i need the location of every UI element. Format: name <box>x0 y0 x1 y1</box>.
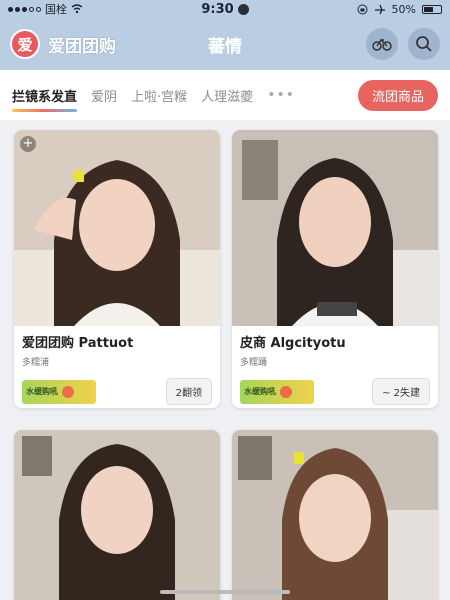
product-card[interactable]: 皮商 Algcityotu 多糯踊 水缓购吼 ~ 2失建 <box>232 130 438 408</box>
bike-icon <box>372 38 392 51</box>
tab-0[interactable]: 拦镜系发直 <box>12 70 78 120</box>
battery-label: 50% <box>391 2 416 16</box>
card-action-button[interactable]: ~ 2失建 <box>372 378 430 405</box>
category-tabs: 拦镜系发直 爱阴 上啦·宫糇 人理滋夔 ••• 流团商品 <box>0 70 450 120</box>
lock-rotation-icon <box>357 4 368 14</box>
product-grid: + 爱团团购 Pattuot 多糯浦 水缓购吼 2翻领 皮商 Algcityot… <box>0 120 450 600</box>
product-photo[interactable] <box>232 130 438 326</box>
tab-2[interactable]: 上啦·宫糇 <box>131 70 187 120</box>
product-photo[interactable]: + <box>14 130 220 326</box>
battery-icon <box>422 4 442 14</box>
coupon-badge[interactable]: 水缓购吼 <box>240 379 314 404</box>
product-card[interactable]: + 爱团团购 Pattuot 多糯浦 水缓购吼 2翻领 <box>14 130 220 408</box>
airplane-icon <box>374 4 385 14</box>
coupon-dot-icon <box>280 385 292 398</box>
carrier-label: 国栓 <box>45 3 67 16</box>
add-icon[interactable]: + <box>20 136 36 152</box>
product-photo[interactable] <box>232 430 438 600</box>
tab-1[interactable]: 爱阴 <box>91 70 117 120</box>
search-icon <box>416 36 432 52</box>
product-subtitle: 多糯踊 <box>240 358 268 368</box>
search-button[interactable] <box>408 28 440 60</box>
wifi-icon <box>71 4 83 14</box>
group-products-button[interactable]: 流团商品 <box>357 79 438 111</box>
clock-label: 9:30 <box>201 1 234 17</box>
coupon-label: 水缓购吼 <box>244 387 276 396</box>
product-card[interactable] <box>232 430 438 600</box>
card-action-button[interactable]: 2翻领 <box>165 378 212 405</box>
tab-3[interactable]: 人理滋夔 <box>201 70 253 120</box>
coupon-label: 水缓购吼 <box>26 387 58 396</box>
product-title: 皮商 Algcityotu <box>240 336 346 351</box>
home-indicator <box>160 590 290 594</box>
coupon-dot-icon <box>62 385 74 398</box>
signal-icon <box>8 6 41 12</box>
app-logo[interactable]: 爱 <box>10 29 40 59</box>
call-indicator-icon <box>237 3 249 15</box>
product-title: 爱团团购 Pattuot <box>22 336 134 351</box>
product-subtitle: 多糯浦 <box>22 358 50 368</box>
brand-name: 爱团团购 <box>48 36 116 57</box>
coupon-badge[interactable]: 水缓购吼 <box>22 379 96 404</box>
product-card[interactable] <box>14 430 220 600</box>
more-tabs-icon[interactable]: ••• <box>267 87 295 103</box>
product-photo[interactable] <box>14 430 220 600</box>
app-header: 爱 爱团团购 蕃情 <box>0 18 450 70</box>
status-bar: 国栓 9:30 50% <box>0 0 450 18</box>
bike-button[interactable] <box>366 28 398 60</box>
